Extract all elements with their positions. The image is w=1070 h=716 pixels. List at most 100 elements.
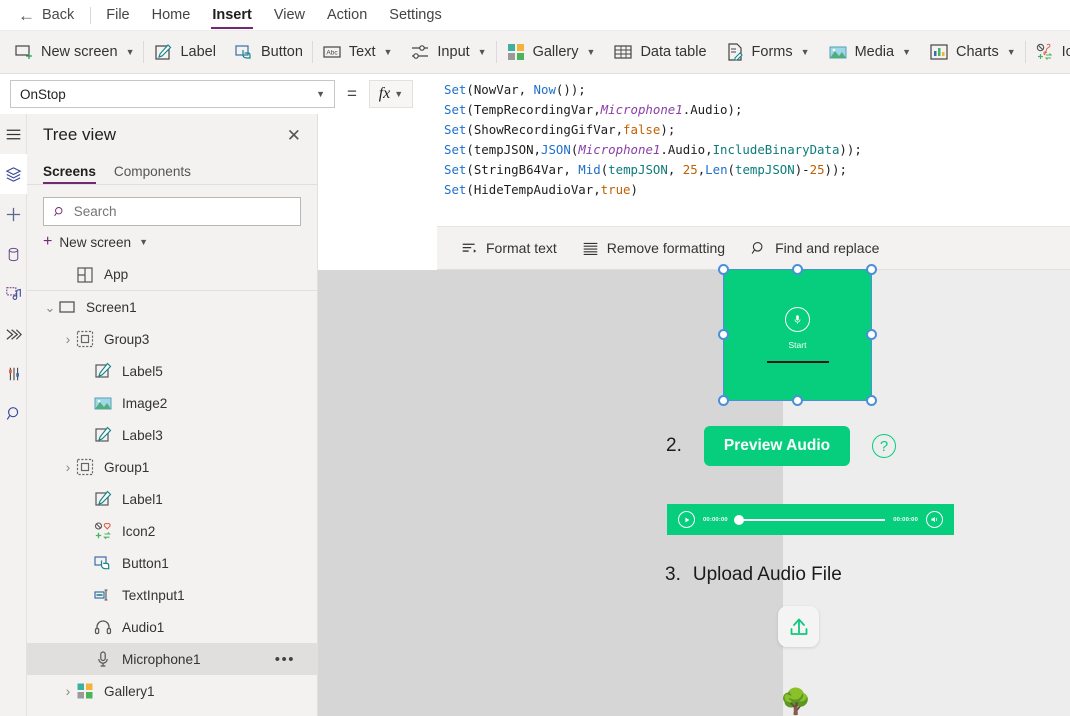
tree-item-gallery1[interactable]: › Gallery1 (27, 675, 317, 707)
chevron-down-icon: ▼ (1006, 47, 1016, 57)
menu-item-view[interactable]: View (263, 0, 316, 31)
tree-item-button1[interactable]: Button1 (27, 547, 317, 579)
tab-components[interactable]: Components (114, 164, 191, 184)
tree-item-microphone1[interactable]: Microphone1 ••• (27, 643, 317, 675)
search-icon (54, 206, 63, 216)
tree-item-app[interactable]: App (27, 259, 317, 291)
hamburger-icon (6, 129, 21, 139)
tree-item-label3[interactable]: Label3 (27, 419, 317, 451)
ribbon-button[interactable]: Button (225, 31, 312, 73)
formula-editor-panel: Set(NowVar, Now()); Set(TempRecordingVar,… (437, 74, 1070, 270)
more-options-icon[interactable]: ••• (275, 652, 295, 667)
ribbon-text[interactable]: Abc Text ▼ (313, 31, 402, 73)
ribbon-charts[interactable]: Charts ▼ (920, 31, 1025, 73)
formula-line: Set(HideTempAudioVar,true) (444, 182, 638, 197)
tree-item-audio1[interactable]: Audio1 (27, 611, 317, 643)
search-input[interactable] (73, 204, 291, 219)
format-text-button[interactable]: Format text (451, 233, 567, 263)
close-icon[interactable]: ✕ (287, 127, 301, 144)
microphone-control[interactable]: Start (724, 270, 871, 400)
chevron-down-icon[interactable]: ⌄ (43, 301, 57, 314)
player-progress-track[interactable] (733, 514, 886, 525)
rail-search[interactable] (0, 394, 27, 434)
selection-handle-top-right[interactable] (866, 264, 877, 275)
ribbon-input[interactable]: Input ▼ (401, 31, 495, 73)
audio-player[interactable]: 00:00:00 00:00:00 (667, 504, 954, 535)
question-mark-icon[interactable]: ? (872, 434, 897, 458)
chevron-right-icon[interactable]: › (61, 683, 75, 699)
find-and-replace-button[interactable]: Find and replace (740, 233, 889, 263)
ribbon-label: Button (260, 44, 303, 60)
rail-tree-view[interactable] (0, 154, 27, 194)
menu-bar: ← Back File Home Insert View Action Sett… (0, 0, 1070, 31)
tree-item-label: Screen1 (86, 299, 137, 315)
player-progress-knob[interactable] (733, 514, 744, 525)
label-icon (93, 361, 113, 381)
selection-handle-mid-left[interactable] (718, 329, 729, 340)
tree-item-label1[interactable]: Label1 (27, 483, 317, 515)
fx-button[interactable]: fx ▼ (368, 80, 413, 108)
tree-item-group3[interactable]: › Group3 (27, 323, 317, 355)
chevron-right-icon[interactable]: › (61, 331, 75, 347)
tab-screens[interactable]: Screens (43, 164, 96, 184)
icons-icon (93, 521, 113, 541)
rail-data[interactable] (0, 234, 27, 274)
menu-item-insert[interactable]: Insert (201, 0, 263, 31)
volume-icon[interactable] (926, 511, 943, 528)
selection-handle-bottom-right[interactable] (866, 395, 877, 406)
play-icon[interactable] (678, 511, 695, 528)
upload-button[interactable] (778, 606, 819, 647)
selection-handle-top-center[interactable] (792, 264, 803, 275)
ribbon-label[interactable]: Label (144, 31, 224, 73)
tree-item-label: Image2 (122, 395, 168, 411)
rail-insert[interactable] (0, 194, 27, 234)
chevron-right-icon[interactable]: › (61, 459, 75, 475)
selection-handle-bottom-center[interactable] (792, 395, 803, 406)
tree-item-label: Icon2 (122, 523, 156, 539)
property-dropdown[interactable]: OnStop ▼ (10, 80, 335, 108)
new-screen-button[interactable]: + New screen ▼ (27, 226, 317, 250)
tree-item-icon2[interactable]: Icon2 (27, 515, 317, 547)
rail-hamburger[interactable] (0, 114, 27, 154)
selection-handle-top-left[interactable] (718, 264, 729, 275)
app-icon (75, 265, 95, 285)
menu-item-home[interactable]: Home (141, 0, 202, 31)
remove-formatting-button[interactable]: Remove formatting (572, 233, 735, 263)
plus-icon: + (43, 233, 53, 250)
ribbon-data-table[interactable]: Data table (604, 31, 715, 73)
rail-power-automate[interactable] (0, 314, 27, 354)
step-3-row: 3. Upload Audio File (665, 564, 842, 586)
rail-variables[interactable] (0, 354, 27, 394)
tree-view-title: Tree view (43, 125, 117, 144)
text-icon: Abc (323, 46, 341, 58)
selection-handle-bottom-left[interactable] (718, 395, 729, 406)
ribbon-gallery[interactable]: Gallery ▼ (497, 31, 605, 73)
selection-handle-mid-right[interactable] (866, 329, 877, 340)
tree-item-list: App ⌄ Screen1 › Group3 Label5 Image2 Label3 › Gro… (27, 259, 317, 707)
tree-item-label: Button1 (122, 555, 169, 571)
ribbon-media[interactable]: Media ▼ (819, 31, 920, 73)
menu-item-action[interactable]: Action (316, 0, 378, 31)
step-2-number: 2. (666, 435, 682, 456)
tree-item-label5[interactable]: Label5 (27, 355, 317, 387)
formula-line: Set(TempRecordingVar,Microphone1.Audio); (444, 102, 743, 117)
tree-search-box[interactable] (43, 197, 301, 226)
formula-code[interactable]: Set(NowVar, Now()); Set(TempRecordingVar,… (437, 74, 1070, 200)
ribbon-new-screen[interactable]: New screen ▼ (0, 31, 143, 73)
canvas-backdrop: Start 2. Preview Audio ? 00:00:00 00:00: (318, 264, 1070, 716)
tree-item-image2[interactable]: Image2 (27, 387, 317, 419)
ribbon-label: Forms (751, 44, 793, 60)
ribbon-forms[interactable]: Forms ▼ (716, 31, 819, 73)
back-button[interactable]: ← Back (0, 0, 86, 31)
tree-item-group1[interactable]: › Group1 (27, 451, 317, 483)
tree-item-screen1[interactable]: ⌄ Screen1 (27, 291, 317, 323)
ribbon-label: Ic (1061, 44, 1070, 60)
menu-item-file[interactable]: File (95, 0, 140, 31)
preview-audio-button[interactable]: Preview Audio (703, 426, 851, 466)
ribbon-label: Charts (955, 44, 999, 60)
rail-media-library[interactable] (0, 274, 27, 314)
tree-item-label: App (104, 267, 129, 282)
tree-item-textinput1[interactable]: TextInput1 (27, 579, 317, 611)
menu-item-settings[interactable]: Settings (378, 0, 452, 31)
ribbon-icons[interactable]: Ic (1026, 31, 1070, 73)
